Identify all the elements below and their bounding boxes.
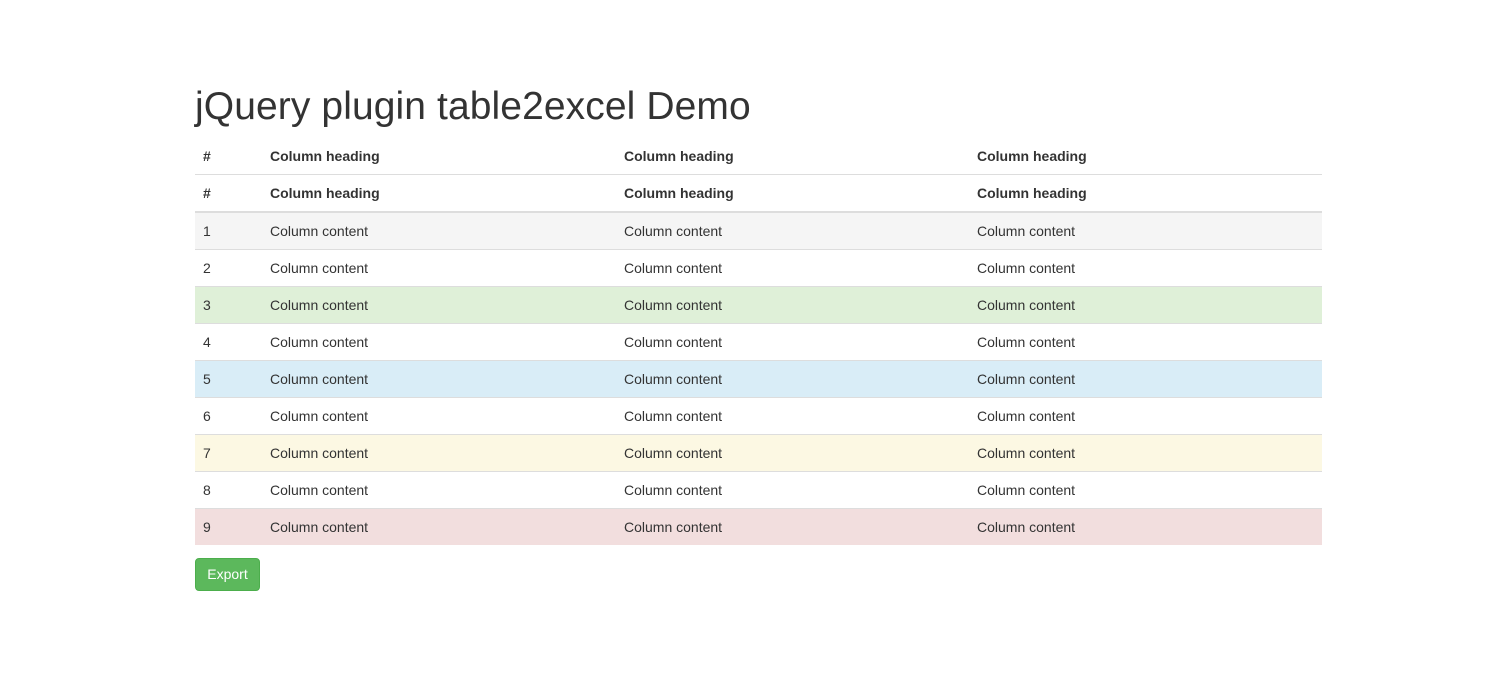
row-number-cell: 8: [195, 471, 262, 509]
page-title: jQuery plugin table2excel Demo: [195, 85, 751, 128]
table-cell: Column content: [262, 397, 616, 435]
table-cell: Column content: [969, 360, 1322, 398]
table-cell: Column content: [616, 360, 969, 398]
table-cell: Column content: [969, 508, 1322, 545]
header-cell-number: #: [195, 138, 262, 175]
table-body: 1 Column content Column content Column cont…: [195, 212, 1322, 545]
table-cell: Column content: [624, 223, 723, 239]
table-header-row: # Column heading Column heading Column h…: [195, 138, 1322, 175]
table-head: # Column heading Column heading Column h…: [195, 138, 1322, 213]
table-cell: Column content: [616, 434, 969, 472]
table-cell: Column content: [262, 323, 616, 361]
table-cell: Column content: [262, 471, 616, 509]
row-number-cell: 3: [195, 286, 262, 324]
table-row: 9 Column content Column content Column cont…: [195, 508, 1322, 545]
table-row: 6 Column content Column content Column cont…: [195, 397, 1322, 435]
table-cell: Column content: [969, 249, 1322, 287]
export-button[interactable]: Export: [195, 558, 260, 591]
table-row: 7 Column content Column content Column cont…: [195, 434, 1322, 472]
table-cell: Column content: [969, 471, 1322, 509]
row-number-cell: 4: [195, 323, 262, 361]
demo-table: # Column heading Column heading Column h…: [195, 138, 1322, 545]
header-cell: Column heading: [616, 174, 969, 213]
table-cell: Column content: [270, 223, 369, 239]
table-cell: Column content: [977, 223, 1076, 239]
row-number-cell: 1: [203, 223, 211, 239]
table-cell: Column content: [616, 397, 969, 435]
table-cell: Column content: [616, 471, 969, 509]
header-cell: Column heading: [969, 138, 1322, 175]
header-cell: Column heading: [969, 174, 1322, 213]
header-cell-number: #: [195, 174, 262, 213]
table-row: 1 Column content Column content Column cont…: [195, 212, 1322, 250]
table-cell: Column content: [616, 323, 969, 361]
table-cell: Column content: [262, 434, 616, 472]
table-row: 3 Column content Column content Column cont…: [195, 286, 1322, 324]
table-cell: Column content: [616, 508, 969, 545]
table-row: 5 Column content Column content Column cont…: [195, 360, 1322, 398]
header-cell: Column heading: [262, 174, 616, 213]
table-cell: Column content: [969, 286, 1322, 324]
table-header-row: # Column heading Column heading Column h…: [195, 174, 1322, 213]
table-row: 8 Column content Column content Column cont…: [195, 471, 1322, 509]
row-number-cell: 2: [195, 249, 262, 287]
row-number-cell: 7: [195, 434, 262, 472]
page: jQuery plugin table2excel Demo # Column …: [0, 0, 1500, 700]
table-cell: Column content: [262, 360, 616, 398]
table-row: 4 Column content Column content Column cont…: [195, 323, 1322, 361]
table-cell: Column content: [262, 249, 616, 287]
row-number-cell: 9: [195, 508, 262, 545]
row-number-cell: 6: [195, 397, 262, 435]
table-cell: Column content: [969, 397, 1322, 435]
table-cell: Column content: [262, 286, 616, 324]
table-cell: Column content: [969, 434, 1322, 472]
table-cell: Column content: [262, 508, 616, 545]
header-cell: Column heading: [262, 138, 616, 175]
header-cell: Column heading: [616, 138, 969, 175]
row-number-cell: 5: [195, 360, 262, 398]
table-cell: Column content: [616, 286, 969, 324]
table-row: 2 Column content Column content Column cont…: [195, 249, 1322, 287]
table-cell: Column content: [616, 249, 969, 287]
table-cell: Column content: [969, 323, 1322, 361]
content-container: jQuery plugin table2excel Demo # Column …: [195, 84, 1322, 545]
